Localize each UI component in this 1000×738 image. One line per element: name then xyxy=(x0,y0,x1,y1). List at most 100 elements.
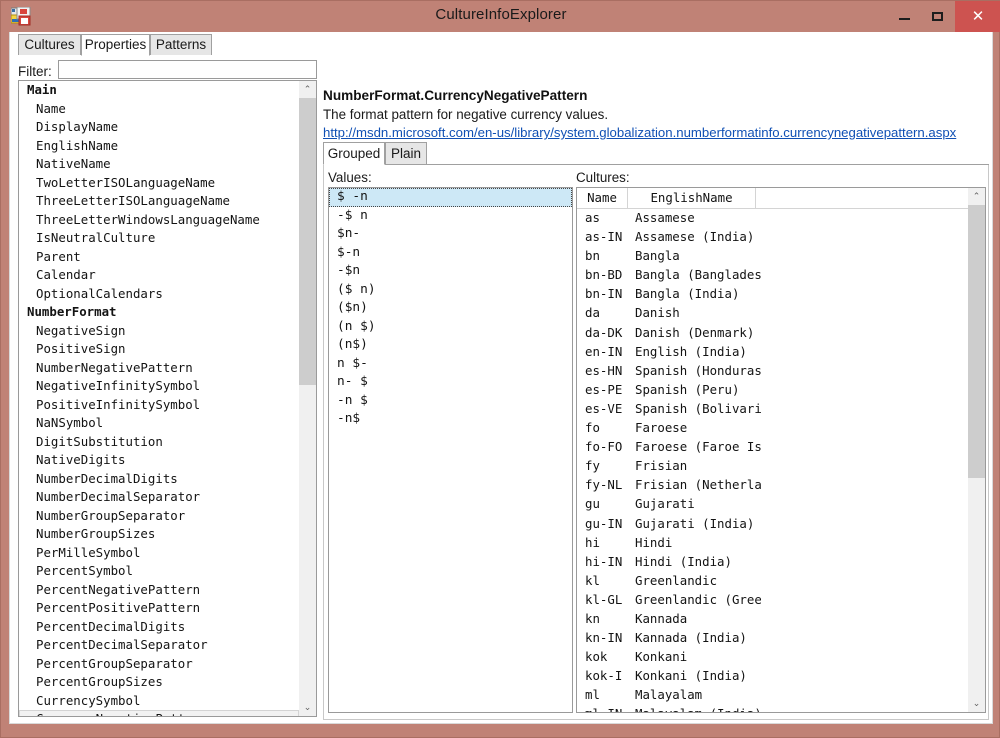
property-item[interactable]: DisplayName xyxy=(19,118,299,137)
property-item[interactable]: NaNSymbol xyxy=(19,414,299,433)
property-item[interactable]: NegativeSign xyxy=(19,322,299,341)
maximize-button[interactable] xyxy=(922,1,953,32)
property-tree[interactable]: MainNameDisplayNameEnglishNameNativeName… xyxy=(18,80,317,717)
value-item[interactable]: -$ n xyxy=(329,207,572,226)
cultures-grid[interactable]: Name EnglishName asAssameseas-INAssamese… xyxy=(576,187,986,713)
table-row[interactable]: bn-BDBangla (Bangladesh xyxy=(577,266,969,285)
table-row[interactable]: guGujarati xyxy=(577,495,969,514)
value-item[interactable]: ($ n) xyxy=(329,281,572,300)
table-row[interactable]: fo-FOFaroese (Faroe Isl xyxy=(577,438,969,457)
value-item[interactable]: ($n) xyxy=(329,299,572,318)
property-item[interactable]: IsNeutralCulture xyxy=(19,229,299,248)
value-item[interactable]: -n $ xyxy=(329,392,572,411)
property-item[interactable]: PercentSymbol xyxy=(19,562,299,581)
value-item[interactable]: (n$) xyxy=(329,336,572,355)
property-item[interactable]: PercentNegativePattern xyxy=(19,581,299,600)
property-item[interactable]: NativeName xyxy=(19,155,299,174)
table-row[interactable]: es-VESpanish (Bolivaria xyxy=(577,400,969,419)
property-item[interactable]: EnglishName xyxy=(19,137,299,156)
table-row[interactable]: mlMalayalam xyxy=(577,686,969,705)
table-row[interactable]: klGreenlandic xyxy=(577,572,969,591)
table-row[interactable]: kl-GLGreenlandic (Green xyxy=(577,591,969,610)
table-row[interactable]: fy-NLFrisian (Netherlan xyxy=(577,476,969,495)
cell-name: gu xyxy=(585,495,631,514)
property-item[interactable]: PercentDecimalSeparator xyxy=(19,636,299,655)
cultures-grid-scrollbar[interactable]: ⌃ ⌄ xyxy=(968,188,985,712)
column-header-english-name[interactable]: EnglishName xyxy=(628,188,756,208)
property-item[interactable]: PositiveInfinitySymbol xyxy=(19,396,299,415)
values-list[interactable]: $ -n-$ n$n-$-n-$n($ n)($n)(n $)(n$)n $-n… xyxy=(328,187,573,713)
table-row[interactable]: hiHindi xyxy=(577,534,969,553)
table-row[interactable]: da-DKDanish (Denmark) xyxy=(577,324,969,343)
property-group[interactable]: Main xyxy=(19,81,299,100)
property-item[interactable]: PercentPositivePattern xyxy=(19,599,299,618)
msdn-documentation-link[interactable]: http://msdn.microsoft.com/en-us/library/… xyxy=(323,125,956,140)
table-row[interactable]: kok-IKonkani (India) xyxy=(577,667,969,686)
scrollbar-thumb[interactable] xyxy=(299,98,316,385)
table-row[interactable]: bnBangla xyxy=(577,247,969,266)
property-item[interactable]: PositiveSign xyxy=(19,340,299,359)
value-item[interactable]: n- $ xyxy=(329,373,572,392)
property-item[interactable]: ThreeLetterISOLanguageName xyxy=(19,192,299,211)
table-row[interactable]: fyFrisian xyxy=(577,457,969,476)
filter-input[interactable] xyxy=(58,60,317,79)
scroll-up-icon[interactable]: ⌃ xyxy=(299,81,316,98)
table-row[interactable]: asAssamese xyxy=(577,209,969,228)
scrollbar-thumb[interactable] xyxy=(968,205,985,478)
property-group[interactable]: NumberFormat xyxy=(19,303,299,322)
value-item[interactable]: $ -n xyxy=(329,188,572,207)
property-item[interactable]: Calendar xyxy=(19,266,299,285)
property-item[interactable]: Parent xyxy=(19,248,299,267)
tab-patterns[interactable]: Patterns xyxy=(150,34,212,56)
value-item[interactable]: -$n xyxy=(329,262,572,281)
property-item[interactable]: NegativeInfinitySymbol xyxy=(19,377,299,396)
scroll-up-icon[interactable]: ⌃ xyxy=(968,188,985,205)
tab-plain[interactable]: Plain xyxy=(385,142,427,165)
table-row[interactable]: gu-INGujarati (India) xyxy=(577,515,969,534)
property-item[interactable]: NumberNegativePattern xyxy=(19,359,299,378)
property-item[interactable]: CurrencyNegativePattern xyxy=(19,710,299,717)
tab-cultures[interactable]: Cultures xyxy=(18,34,81,56)
scroll-down-icon[interactable]: ⌄ xyxy=(968,695,985,712)
property-item[interactable]: NativeDigits xyxy=(19,451,299,470)
table-row[interactable]: es-PESpanish (Peru) xyxy=(577,381,969,400)
table-row[interactable]: kn-INKannada (India) xyxy=(577,629,969,648)
property-item[interactable]: NumberGroupSizes xyxy=(19,525,299,544)
property-item[interactable]: NumberDecimalSeparator xyxy=(19,488,299,507)
property-item[interactable]: CurrencySymbol xyxy=(19,692,299,711)
table-row[interactable]: en-INEnglish (India) xyxy=(577,343,969,362)
property-item[interactable]: PerMilleSymbol xyxy=(19,544,299,563)
property-item[interactable]: OptionalCalendars xyxy=(19,285,299,304)
scroll-down-icon[interactable]: ⌄ xyxy=(299,699,316,716)
minimize-button[interactable] xyxy=(889,1,920,32)
value-item[interactable]: (n $) xyxy=(329,318,572,337)
table-row[interactable]: ml-INMalayalam (India) xyxy=(577,705,969,713)
property-item[interactable]: NumberGroupSeparator xyxy=(19,507,299,526)
property-item[interactable]: ThreeLetterWindowsLanguageName xyxy=(19,211,299,230)
table-row[interactable]: kokKonkani xyxy=(577,648,969,667)
property-item[interactable]: PercentDecimalDigits xyxy=(19,618,299,637)
table-row[interactable]: knKannada xyxy=(577,610,969,629)
table-row[interactable]: es-HNSpanish (Honduras) xyxy=(577,362,969,381)
close-button[interactable]: ✕ xyxy=(955,1,1000,32)
table-row[interactable]: as-INAssamese (India) xyxy=(577,228,969,247)
value-item[interactable]: n $- xyxy=(329,355,572,374)
property-item[interactable]: NumberDecimalDigits xyxy=(19,470,299,489)
property-item[interactable]: PercentGroupSeparator xyxy=(19,655,299,674)
column-header-name[interactable]: Name xyxy=(577,188,628,208)
property-item[interactable]: DigitSubstitution xyxy=(19,433,299,452)
property-item[interactable]: TwoLetterISOLanguageName xyxy=(19,174,299,193)
table-row[interactable]: hi-INHindi (India) xyxy=(577,553,969,572)
column-header-blank[interactable] xyxy=(756,188,969,208)
property-tree-scrollbar[interactable]: ⌃ ⌄ xyxy=(299,81,316,716)
value-item[interactable]: $-n xyxy=(329,244,572,263)
value-item[interactable]: $n- xyxy=(329,225,572,244)
table-row[interactable]: bn-INBangla (India) xyxy=(577,285,969,304)
property-item[interactable]: Name xyxy=(19,100,299,119)
table-row[interactable]: daDanish xyxy=(577,304,969,323)
tab-properties[interactable]: Properties xyxy=(81,34,150,56)
property-item[interactable]: PercentGroupSizes xyxy=(19,673,299,692)
tab-grouped[interactable]: Grouped xyxy=(323,142,385,165)
value-item[interactable]: -n$ xyxy=(329,410,572,429)
table-row[interactable]: foFaroese xyxy=(577,419,969,438)
